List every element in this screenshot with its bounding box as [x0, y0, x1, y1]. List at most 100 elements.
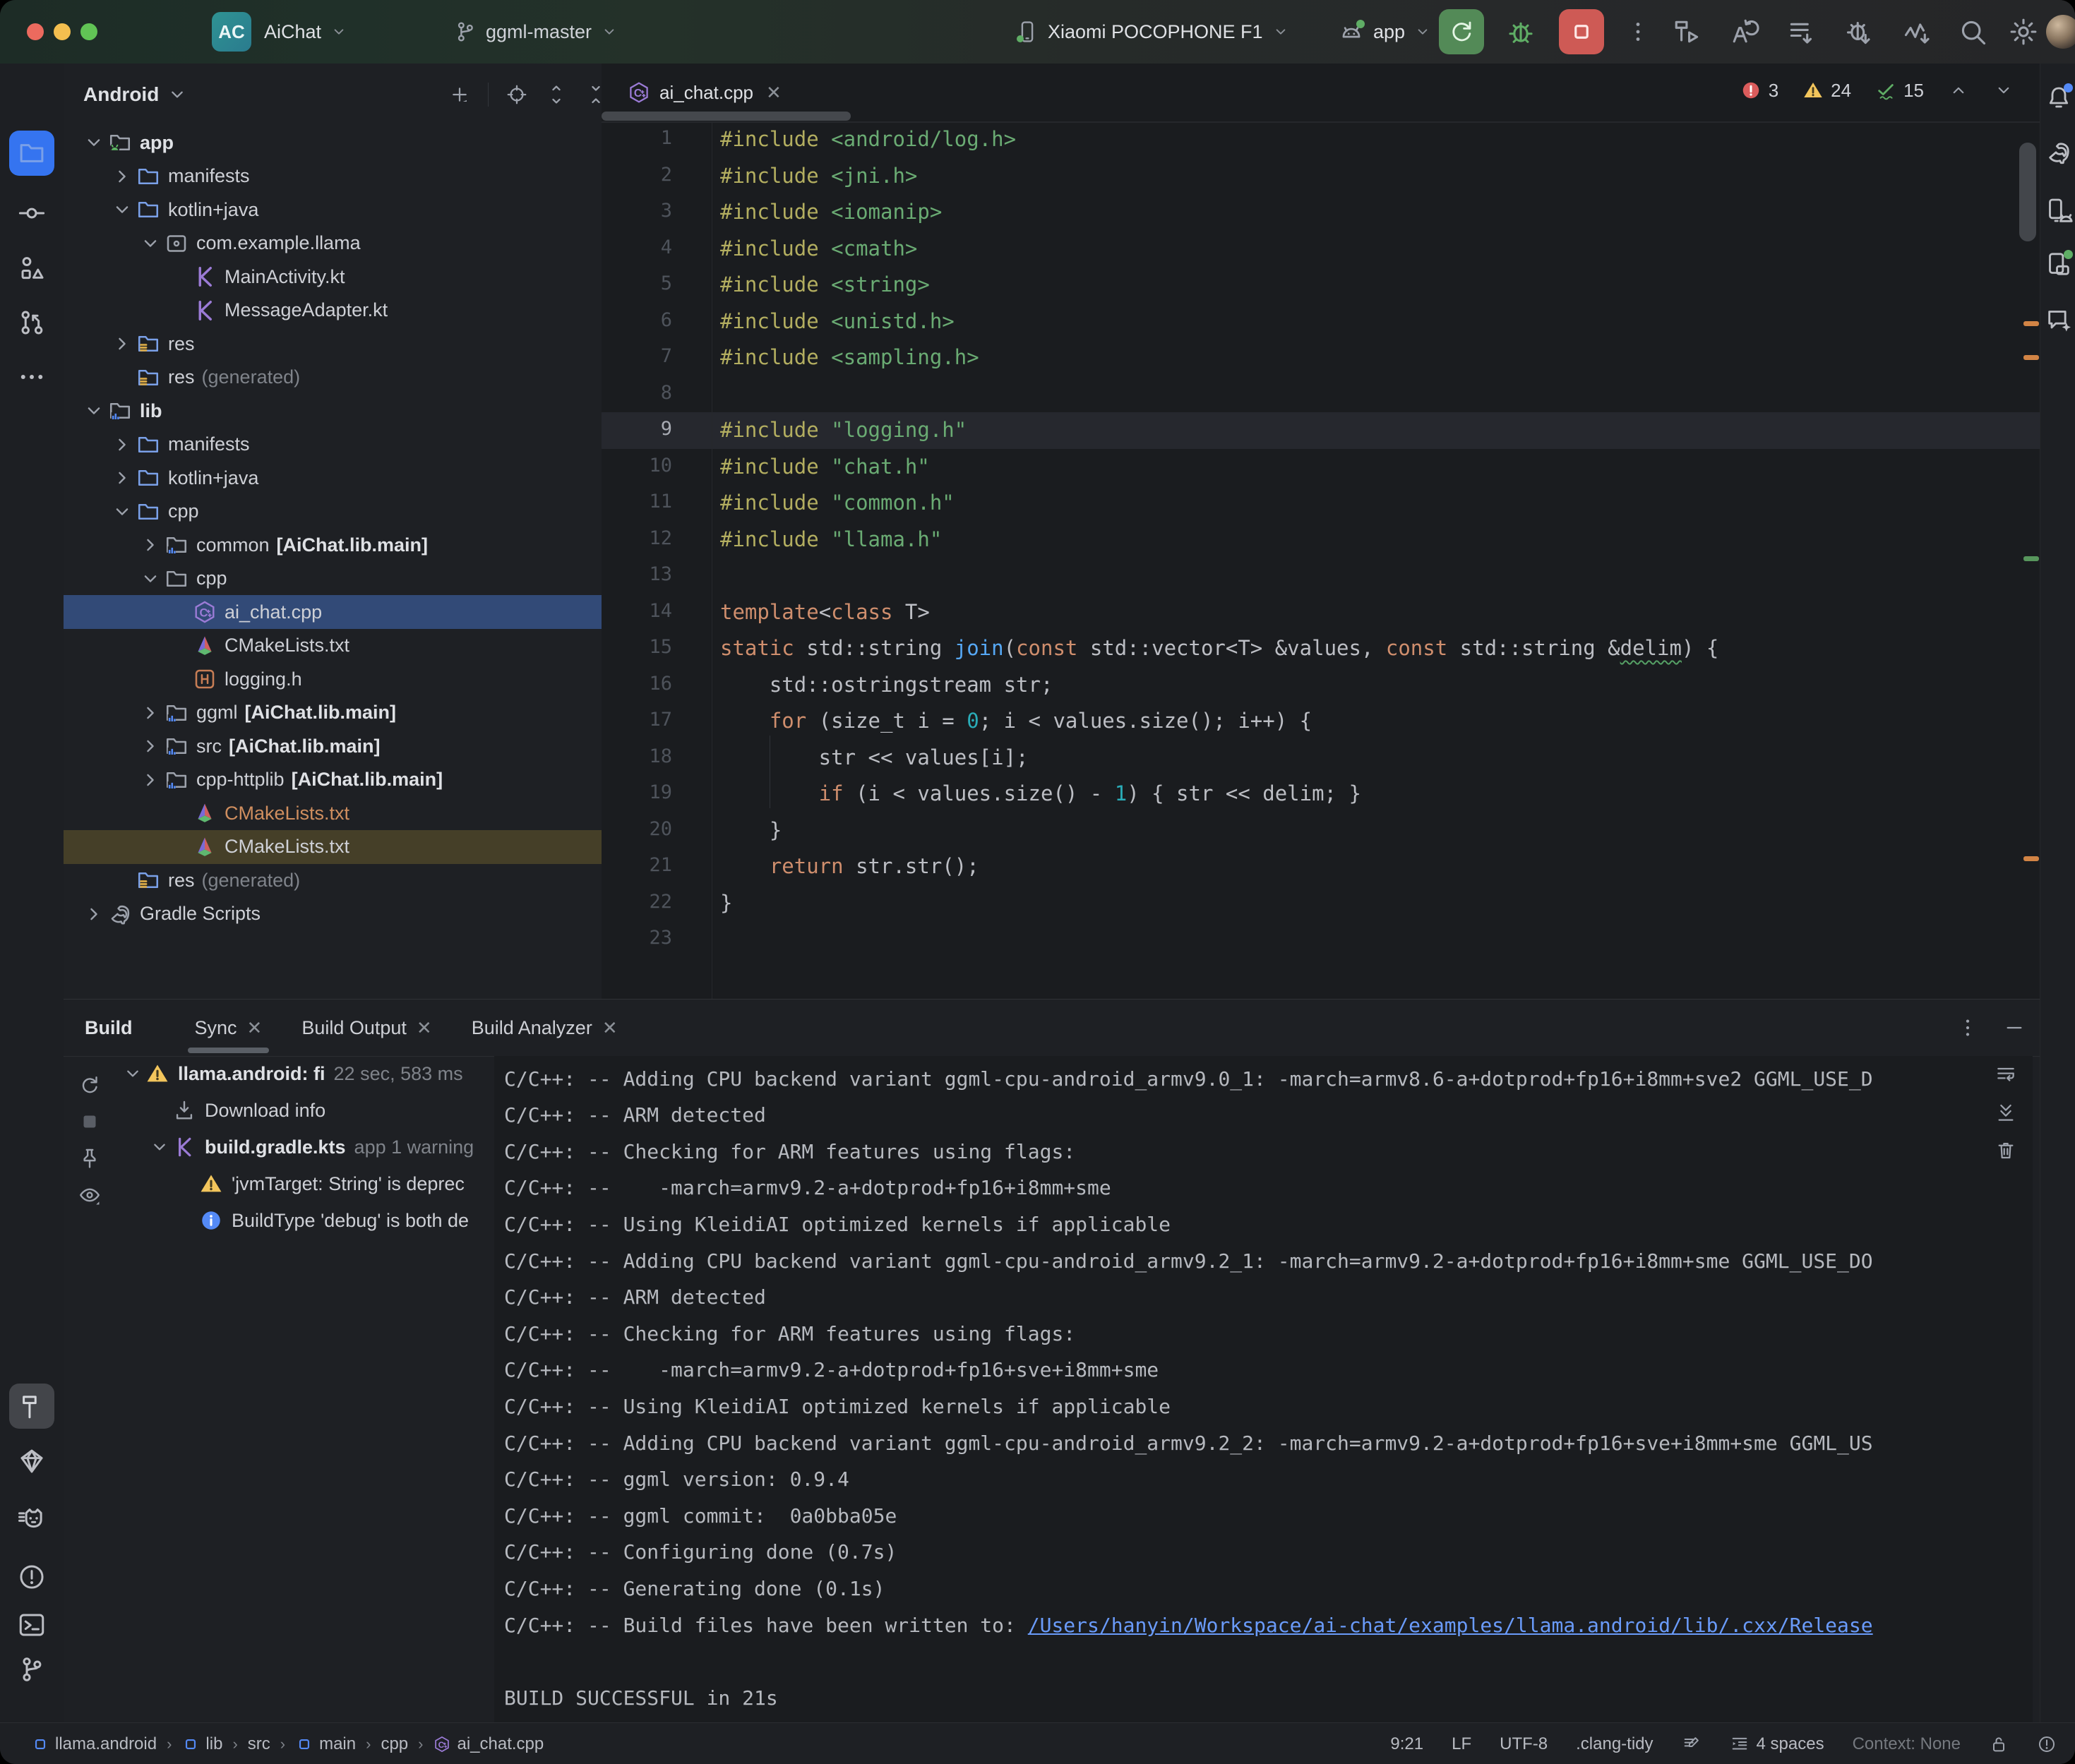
- stripe-notifications[interactable]: [2043, 82, 2074, 113]
- chevron-down-icon[interactable]: [109, 198, 136, 222]
- clear-console-icon[interactable]: [1995, 1139, 2017, 1162]
- pin-icon[interactable]: [78, 1146, 102, 1170]
- chevron-down-icon[interactable]: [137, 567, 164, 591]
- prev-problem-icon[interactable]: [1948, 80, 1969, 101]
- zoom-window-button[interactable]: [80, 23, 97, 40]
- build-output-link[interactable]: /Users/hanyin/Workspace/ai-chat/examples…: [1028, 1614, 1873, 1637]
- chevron-down-icon[interactable]: [137, 232, 164, 256]
- stripe-app-quality-insights[interactable]: [9, 1439, 54, 1484]
- project-switcher[interactable]: AiChat: [264, 0, 348, 64]
- search-everywhere-button[interactable]: [1957, 16, 1988, 47]
- expand-all-icon[interactable]: [545, 83, 568, 106]
- editor-horizontal-scrollbar[interactable]: [602, 112, 851, 121]
- chevron-down-icon[interactable]: [109, 500, 136, 524]
- settings-button[interactable]: [2008, 16, 2039, 47]
- chevron-right-icon[interactable]: [137, 734, 164, 758]
- tree-item-cpp-httplib[interactable]: cpp-httplib[AiChat.lib.main]: [64, 763, 675, 797]
- attach-debugger-button[interactable]: [1844, 16, 1875, 47]
- build-tree-item[interactable]: llama.android: fi22 sec, 583 ms: [120, 1056, 463, 1091]
- build-tree-item[interactable]: build.gradle.ktsapp 1 warning: [147, 1129, 474, 1165]
- tree-item-res[interactable]: res(generated): [64, 863, 647, 897]
- stripe-terminal[interactable]: [9, 1602, 54, 1648]
- tree-item-com-example-llama[interactable]: com.example.llama: [64, 227, 675, 260]
- tree-item-kotlin-java[interactable]: kotlin+java: [64, 461, 647, 495]
- chevron-right-icon[interactable]: [109, 164, 136, 188]
- tree-item-cpp[interactable]: cpp: [64, 495, 647, 529]
- close-tab-icon[interactable]: ✕: [247, 1017, 263, 1039]
- close-tab-icon[interactable]: ✕: [602, 1017, 618, 1039]
- breadcrumb-item-cpp[interactable]: cpp: [381, 1734, 408, 1754]
- breadcrumb-item-main[interactable]: main: [295, 1734, 356, 1754]
- readonly-toggle[interactable]: [1989, 1734, 2009, 1754]
- chevron-down-icon[interactable]: [80, 399, 107, 423]
- close-tab-icon[interactable]: ✕: [417, 1017, 432, 1039]
- breadcrumb-item-src[interactable]: src: [248, 1734, 270, 1754]
- hide-panel-icon[interactable]: [2003, 1016, 2026, 1039]
- stripe-project[interactable]: [9, 131, 54, 176]
- run-configuration-selector[interactable]: app: [1338, 0, 1432, 64]
- build-tree-item[interactable]: 'jvmTarget: String' is deprec: [174, 1166, 465, 1201]
- chevron-right-icon[interactable]: [137, 701, 164, 725]
- tree-item-kotlin-java[interactable]: kotlin+java: [64, 193, 647, 227]
- chevron-right-icon[interactable]: [137, 768, 164, 792]
- chevron-right-icon[interactable]: [109, 332, 136, 356]
- stripe-mark[interactable]: [2023, 321, 2039, 326]
- tree-item-app[interactable]: app: [64, 126, 618, 160]
- stripe-mark[interactable]: [2023, 556, 2039, 561]
- stop-sync-icon[interactable]: [78, 1110, 102, 1134]
- encoding[interactable]: UTF-8: [1500, 1734, 1548, 1754]
- stripe-running-devices[interactable]: [2043, 248, 2074, 280]
- breadcrumb-item-lib[interactable]: lib: [181, 1734, 222, 1754]
- project-view-selector[interactable]: Android: [83, 83, 189, 106]
- apply-code-changes-button[interactable]: [1786, 16, 1817, 47]
- stop-button[interactable]: [1559, 9, 1604, 54]
- minimize-window-button[interactable]: [54, 23, 71, 40]
- tree-item-manifests[interactable]: manifests: [64, 160, 647, 193]
- build-tab-build-analyzer[interactable]: Build Analyzer✕: [452, 1000, 638, 1056]
- tree-item-res[interactable]: res(generated): [64, 361, 647, 395]
- tree-item-lib[interactable]: lib: [64, 394, 618, 428]
- more-run-actions-button[interactable]: [1625, 16, 1651, 47]
- chevron-down-icon[interactable]: [120, 1062, 145, 1085]
- add-icon[interactable]: [448, 83, 471, 106]
- debug-button[interactable]: [1505, 16, 1536, 47]
- tree-item-ggml[interactable]: ggml[AiChat.lib.main]: [64, 696, 675, 730]
- stripe-mark[interactable]: [2023, 355, 2039, 360]
- build-tree-item[interactable]: BuildType 'debug' is both de: [174, 1203, 469, 1238]
- tree-item-gradle-scripts[interactable]: Gradle Scripts: [64, 897, 618, 931]
- tree-item-manifests[interactable]: manifests: [64, 428, 647, 462]
- build-tab-build-output[interactable]: Build Output✕: [282, 1000, 451, 1056]
- tree-item-cpp[interactable]: cpp: [64, 562, 675, 596]
- clang-tidy[interactable]: .clang-tidy: [1576, 1734, 1653, 1754]
- tree-item-res[interactable]: res: [64, 327, 647, 361]
- inspections-widget[interactable]: 3 24 15: [1740, 73, 2014, 107]
- chevron-down-icon[interactable]: [147, 1136, 172, 1158]
- chevron-right-icon[interactable]: [109, 466, 136, 490]
- next-problem-icon[interactable]: [1993, 80, 2014, 101]
- caret-position[interactable]: 9:21: [1390, 1734, 1423, 1754]
- branch-switcher[interactable]: ggml-master: [453, 0, 618, 64]
- options-icon[interactable]: [1956, 1016, 1979, 1039]
- stripe-gradle[interactable]: [2043, 137, 2074, 168]
- tree-item-src[interactable]: src[AiChat.lib.main]: [64, 729, 675, 763]
- stripe-more-tool-windows[interactable]: [9, 354, 54, 400]
- breadcrumb-item-llama-android[interactable]: llama.android: [31, 1734, 157, 1754]
- build-tree-item[interactable]: Download info: [147, 1093, 325, 1128]
- stripe-device-manager[interactable]: [2043, 195, 2074, 226]
- chevron-right-icon[interactable]: [137, 533, 164, 557]
- breadcrumb[interactable]: llama.android›lib›src›main›cpp›Cai_chat.…: [31, 1734, 544, 1754]
- stripe-structure[interactable]: [9, 246, 54, 291]
- chevron-down-icon[interactable]: [80, 131, 107, 155]
- editor-vertical-scrollbar[interactable]: [2019, 143, 2036, 241]
- build-console[interactable]: C/C++: -- Using KleidiAI optimized kerne…: [494, 1056, 2033, 1723]
- stripe-mark[interactable]: [2023, 856, 2039, 861]
- profiler-button[interactable]: [1902, 16, 1933, 47]
- formatter-indicator[interactable]: [1682, 1734, 1702, 1754]
- stripe-version-control[interactable]: [9, 1647, 54, 1692]
- stripe-pull-requests[interactable]: [9, 300, 54, 345]
- locate-file-icon[interactable]: [506, 83, 528, 106]
- soft-wrap-icon[interactable]: [1995, 1063, 2017, 1086]
- device-selector[interactable]: Xiaomi POCOPHONE F1: [1015, 0, 1290, 64]
- build-tab-sync[interactable]: Sync✕: [175, 1000, 282, 1056]
- close-tab-icon[interactable]: ✕: [766, 82, 782, 104]
